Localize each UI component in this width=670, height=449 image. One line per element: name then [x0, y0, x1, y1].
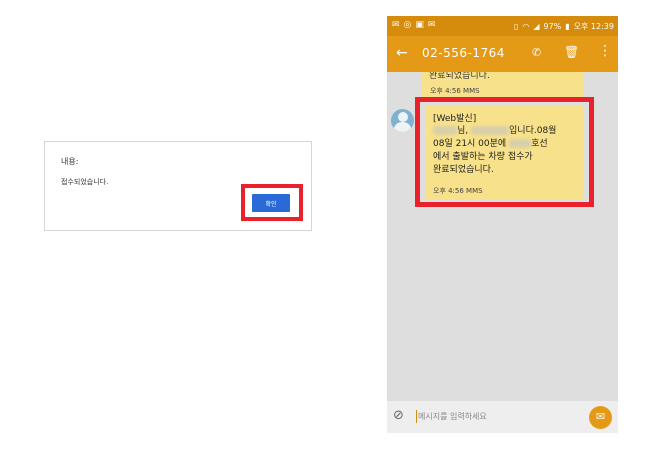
battery-percent: 97%: [543, 22, 562, 31]
status-right: ▯ ◠ ◢ 97% ▮ 오후 12:39: [514, 21, 614, 32]
contact-avatar-icon[interactable]: [391, 109, 414, 132]
trash-icon[interactable]: 🗑: [564, 45, 579, 59]
wifi-icon: ◠: [522, 22, 530, 31]
call-icon[interactable]: ✆: [532, 46, 541, 59]
message-line-4: 에서 출발하는 차량 접수가: [433, 152, 533, 162]
message-list[interactable]: 완료되었습니다. 오후 4:56 MMS [Web발신] 님, 입니다.08월 …: [387, 72, 618, 401]
phone-number-title: 02-556-1764: [422, 46, 505, 60]
message-bubble[interactable]: [Web발신] 님, 입니다.08월 08일 21시 00분에 호선 에서 출발…: [425, 105, 584, 199]
status-bar: ✉◎▣✉ ▯ ◠ ◢ 97% ▮ 오후 12:39: [387, 16, 618, 36]
back-arrow-icon[interactable]: ←: [396, 45, 408, 61]
message-line-3: 08일 21시 00분에 호선: [433, 139, 548, 149]
send-mms-icon[interactable]: ✉: [589, 406, 612, 429]
message-input[interactable]: [418, 409, 568, 424]
more-options-icon[interactable]: ⋮: [598, 43, 612, 59]
dialog-message: 접수되었습니다.: [61, 178, 109, 186]
compose-bar: ⊘ ✉: [387, 401, 618, 433]
dialog-title: 내용:: [61, 157, 79, 166]
message-line-5: 완료되었습니다.: [433, 165, 494, 175]
redacted-line: [509, 139, 532, 148]
redacted-text: [471, 126, 510, 135]
notification-icons: ✉◎▣✉: [392, 20, 440, 30]
phone-screen: ✉◎▣✉ ▯ ◠ ◢ 97% ▮ 오후 12:39 ← 02-556-1764 …: [387, 16, 618, 433]
redacted-name: [433, 126, 457, 135]
app-bar: ← 02-556-1764 ✆ 🗑 ⋮: [387, 36, 618, 72]
signal-icon: ◢: [533, 22, 540, 31]
message-time: 오후 4:56 MMS: [433, 187, 483, 195]
attach-icon[interactable]: ⊘: [393, 408, 404, 423]
text-cursor: [416, 410, 417, 423]
message-line-2: 님, 입니다.08월: [433, 123, 556, 136]
previous-message-text: 완료되었습니다.: [429, 72, 490, 81]
alert-dialog: 내용: 접수되었습니다. 확인: [44, 141, 312, 231]
confirm-button[interactable]: 확인: [252, 194, 290, 212]
status-time: 오후 12:39: [573, 22, 614, 31]
battery-icon: ▮: [565, 22, 570, 31]
previous-message-time: 오후 4:56 MMS: [430, 87, 480, 95]
vibrate-icon: ▯: [513, 22, 519, 31]
